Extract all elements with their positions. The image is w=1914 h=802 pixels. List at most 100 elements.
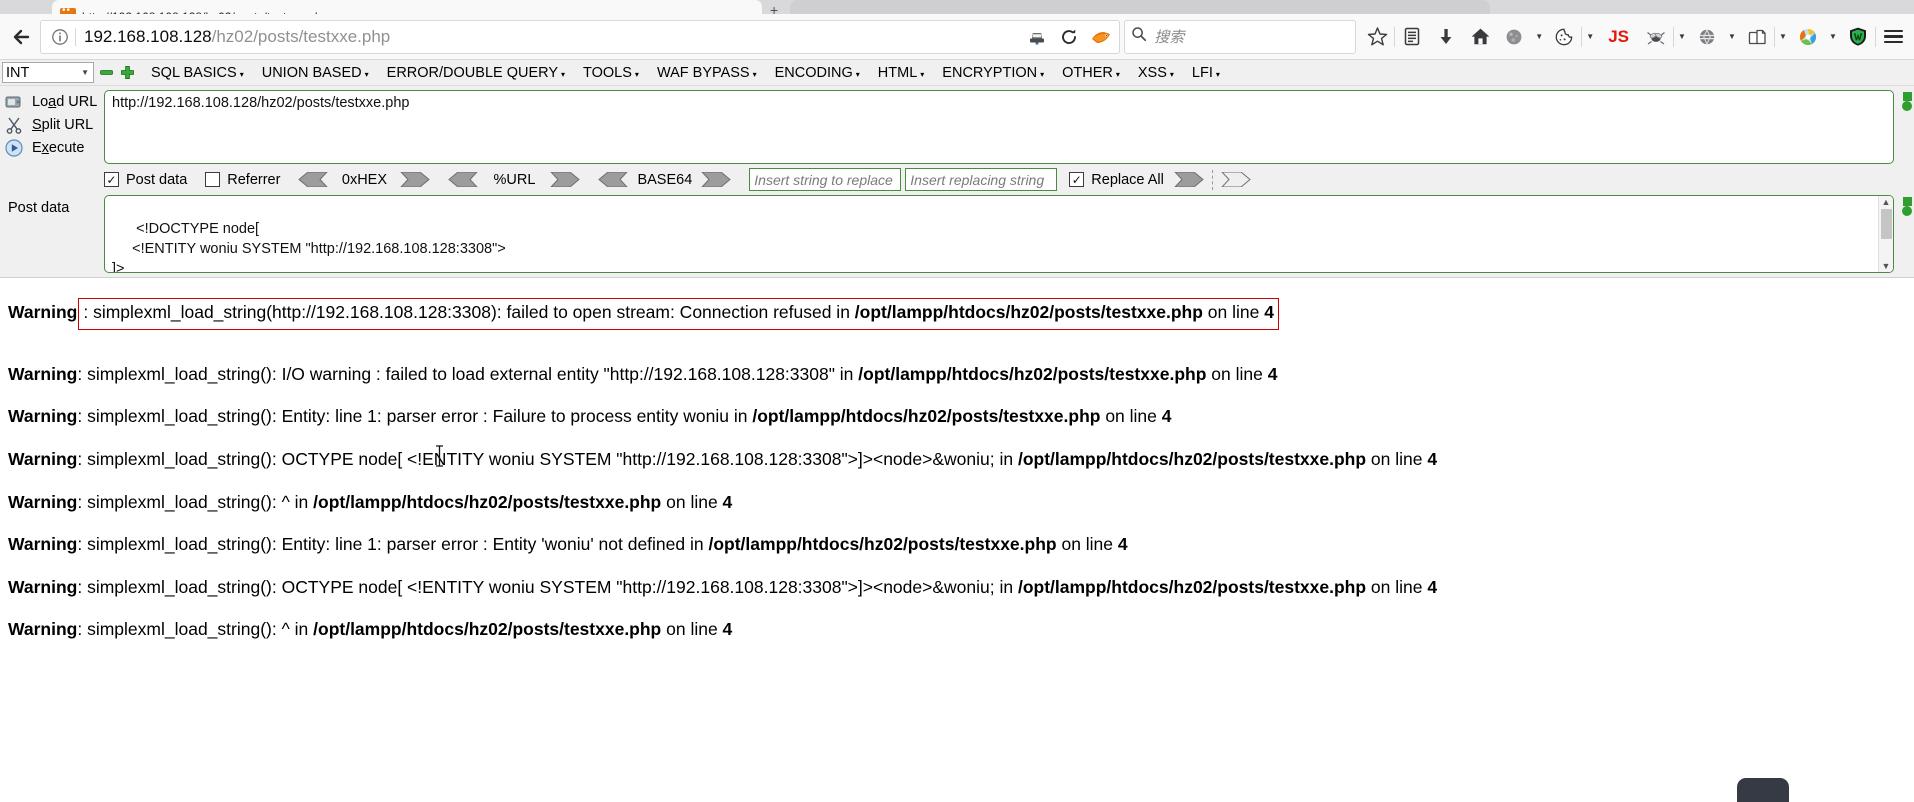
hamburger-menu-icon[interactable]	[1876, 20, 1910, 54]
warning-lead: Warning	[8, 302, 78, 322]
shield-icon[interactable]	[1841, 20, 1875, 54]
warning-lead: Warning	[8, 406, 78, 427]
bug-dropdown-caret-icon[interactable]: ▼	[1674, 20, 1690, 54]
sphere-icon[interactable]	[1690, 20, 1724, 54]
hackbar-menu-waf-bypass[interactable]: WAF BYPASS ▾	[648, 65, 766, 81]
hackbar-type-select[interactable]: INT ▼	[2, 62, 94, 83]
post-minimize-icon[interactable]	[1902, 197, 1912, 206]
new-tab-button[interactable]: +	[770, 2, 778, 14]
back-button[interactable]	[4, 20, 40, 54]
post-data-checkbox[interactable]: ✓ Post data	[104, 172, 187, 188]
warning-line: 4	[722, 619, 733, 640]
page-dropdown-caret-icon[interactable]: ▼	[1775, 20, 1791, 54]
hex-encode-button[interactable]	[400, 171, 431, 188]
scroll-down-icon[interactable]: ▼	[1882, 260, 1891, 272]
hackbar-menu-encryption[interactable]: ENCRYPTION ▾	[933, 65, 1053, 81]
hackbar-menu-tools[interactable]: TOOLS ▾	[574, 65, 648, 81]
warning-text: : simplexml_load_string(): I/O warning :…	[77, 363, 859, 384]
replace-all-checkbox[interactable]: ✓ Replace All	[1069, 172, 1164, 188]
site-info-icon[interactable]	[47, 24, 73, 50]
referrer-checkbox[interactable]: Referrer	[205, 172, 280, 188]
hackbar-post-input[interactable]: <!DOCTYPE node[ <!ENTITY woniu SYSTEM "h…	[104, 195, 1894, 273]
url-expand-icon[interactable]	[1902, 101, 1912, 111]
home-icon[interactable]	[1463, 20, 1497, 54]
hackbar-menu-lfi[interactable]: LFI ▾	[1183, 65, 1229, 81]
swirl-icon[interactable]	[1791, 20, 1825, 54]
menu-label: SQL BASICS	[151, 64, 237, 81]
hackbar-type-value: INT	[6, 64, 30, 81]
post-data-section-label: Post data	[8, 200, 70, 216]
warning-lead: Warning	[8, 576, 78, 597]
warning-path: /opt/lampp/htdocs/hz02/posts/testxxe.php	[1017, 576, 1367, 597]
reload-button[interactable]	[1053, 22, 1085, 52]
chevron-down-icon: ▾	[239, 70, 244, 79]
warning-path: /opt/lampp/htdocs/hz02/posts/testxxe.php	[313, 619, 662, 640]
js-toggle-badge[interactable]: JS	[1598, 27, 1639, 47]
warning-text: : simplexml_load_string(): Entity: line …	[77, 406, 753, 427]
reader-view-icon[interactable]	[1021, 22, 1053, 52]
url-bar[interactable]: 192.168.108.128/hz02/posts/testxxe.php	[40, 19, 1121, 54]
warning-path: /opt/lampp/htdocs/hz02/posts/testxxe.php	[1017, 448, 1367, 469]
post-data-scrollbar[interactable]: ▲ ▼	[1878, 196, 1893, 272]
library-icon[interactable]	[1395, 20, 1429, 54]
floating-action-button[interactable]	[1737, 778, 1789, 802]
url-minimize-icon[interactable]	[1902, 92, 1912, 101]
cookie-icon[interactable]	[1547, 20, 1581, 54]
add-tab-icon[interactable]	[121, 66, 134, 79]
warning-tail: on line	[1100, 406, 1162, 427]
split-url-button[interactable]: Split URL	[4, 113, 104, 136]
replace-apply-button[interactable]	[1173, 171, 1204, 188]
hackbar-menu-xss[interactable]: XSS ▾	[1129, 65, 1183, 81]
cookie-dropdown-caret-icon[interactable]: ▼	[1582, 20, 1598, 54]
warning-text: : simplexml_load_string(): OCTYPE node[ …	[77, 448, 1018, 469]
replace-search-input[interactable]: Insert string to replace	[749, 168, 902, 191]
load-url-button[interactable]: Load URL	[4, 90, 104, 113]
hackbar-menu-other[interactable]: OTHER ▾	[1053, 65, 1129, 81]
hackbar-url-input[interactable]: http://192.168.108.128/hz02/posts/testxx…	[104, 90, 1894, 164]
chevron-down-icon: ▾	[561, 70, 566, 79]
bug-icon[interactable]	[1639, 20, 1673, 54]
remove-tab-icon[interactable]	[100, 66, 113, 79]
post-expand-icon[interactable]	[1902, 206, 1912, 216]
menu-label: OTHER	[1062, 64, 1113, 81]
warning-path: /opt/lampp/htdocs/hz02/posts/testxxe.php	[752, 406, 1101, 427]
url-encode-button[interactable]	[550, 171, 581, 188]
hackbar-menu-error-double-query[interactable]: ERROR/DOUBLE QUERY ▾	[378, 65, 574, 81]
hackbar-options-row: ✓ Post data Referrer 0xHEX %URL BASE64 I…	[104, 168, 1914, 191]
url-bar-icons	[1021, 22, 1117, 52]
sphere-dropdown-caret-icon[interactable]: ▼	[1724, 20, 1740, 54]
hackbar-menu-html[interactable]: HTML ▾	[869, 65, 934, 81]
scroll-up-icon[interactable]: ▲	[1882, 196, 1891, 208]
bookmark-star-icon[interactable]	[1360, 20, 1394, 54]
chevron-down-icon: ▾	[1115, 70, 1120, 79]
warning-row: Warning: simplexml_load_string(): OCTYPE…	[8, 448, 1914, 472]
base64-encode-button[interactable]	[701, 171, 732, 188]
base64-encoder-group: BASE64	[598, 171, 732, 188]
page-copy-icon[interactable]	[1740, 20, 1774, 54]
hackbar-menu-sql-basics[interactable]: SQL BASICS ▾	[142, 65, 253, 81]
fox-icon[interactable]	[1085, 22, 1117, 52]
globe-dropdown-caret-icon[interactable]: ▼	[1531, 20, 1547, 54]
search-icon	[1131, 26, 1147, 47]
url-decode-button[interactable]	[448, 171, 479, 188]
replace-with-input[interactable]: Insert replacing string	[905, 168, 1058, 191]
warning-lead: Warning	[8, 363, 78, 384]
url-divider	[75, 27, 76, 46]
hex-decode-button[interactable]	[298, 171, 329, 188]
browser-tab-inactive[interactable]	[790, 0, 1490, 14]
globe-icon[interactable]	[1497, 20, 1531, 54]
hackbar-menu-encoding[interactable]: ENCODING ▾	[766, 65, 869, 81]
swirl-dropdown-caret-icon[interactable]: ▼	[1825, 20, 1841, 54]
scrollbar-thumb[interactable]	[1881, 209, 1892, 239]
search-bar[interactable]: 搜索	[1124, 19, 1357, 54]
browser-tab-active[interactable]: http://192.168.108.128/hz02/posts/testxx…	[52, 0, 762, 14]
downloads-icon[interactable]	[1429, 20, 1463, 54]
post-data-checkbox-box: ✓	[104, 172, 119, 187]
execute-button[interactable]: Execute	[4, 136, 104, 159]
hackbar-menu-union-based[interactable]: UNION BASED ▾	[253, 65, 378, 81]
split-url-label: Split URL	[32, 116, 94, 133]
replace-all-label: Replace All	[1091, 171, 1164, 188]
url-encoder-label: %URL	[493, 171, 536, 188]
base64-decode-button[interactable]	[598, 171, 629, 188]
replace-apply-alt-button[interactable]	[1220, 171, 1251, 188]
